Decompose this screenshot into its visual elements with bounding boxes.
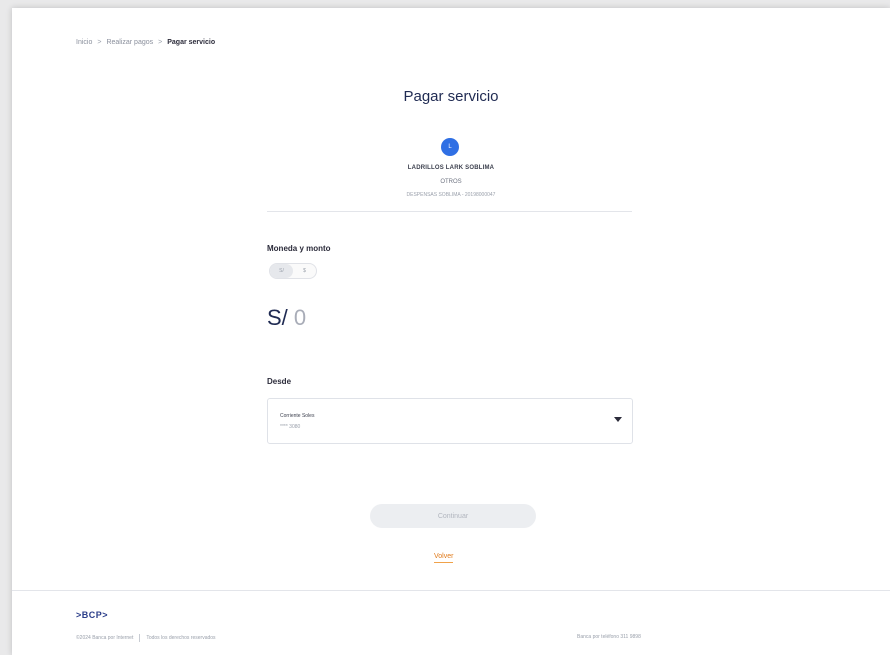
currency-symbol: S/ — [267, 305, 288, 330]
breadcrumb: Inicio > Realizar pagos > Pagar servicio — [76, 39, 215, 46]
rights-text: Todos los derechos reservados — [146, 635, 216, 641]
breadcrumb-item-realizar-pagos[interactable]: Realizar pagos — [106, 39, 153, 46]
service-detail: DESPENSAS SOBLIMA - 20198000047 — [406, 192, 496, 198]
payment-page: Inicio > Realizar pagos > Pagar servicio… — [12, 8, 890, 655]
page-title: Pagar servicio — [403, 88, 499, 105]
breadcrumb-item-inicio[interactable]: Inicio — [76, 39, 92, 46]
company-avatar: L — [441, 138, 459, 156]
divider — [267, 211, 632, 212]
breadcrumb-separator: > — [158, 39, 163, 46]
currency-toggle[interactable]: S/ $ — [269, 263, 317, 279]
account-number: **** 3080 — [280, 424, 301, 430]
bcp-logo: >BCP> — [76, 610, 109, 620]
account-select[interactable]: Corriente Soles **** 3080 — [267, 398, 633, 444]
footer-copyright: ©2024 Banca por Internet Todos los derec… — [76, 634, 216, 642]
breadcrumb-current: Pagar servicio — [167, 39, 216, 46]
back-link[interactable]: Volver — [434, 553, 454, 563]
currency-option-dollars[interactable]: $ — [293, 264, 316, 278]
service-category: OTROS — [440, 179, 462, 185]
copyright-text: ©2024 Banca por Internet — [76, 635, 134, 641]
currency-option-soles[interactable]: S/ — [270, 264, 293, 278]
amount-value: 0 — [293, 305, 307, 330]
amount-input[interactable]: S/ 0 — [267, 305, 306, 331]
amount-section-label: Moneda y monto — [267, 244, 331, 253]
account-name: Corriente Soles — [280, 413, 315, 419]
company-name: LADRILLOS LARK SOBLIMA — [407, 165, 495, 171]
avatar-initial: L — [448, 144, 452, 150]
footer-divider — [12, 590, 890, 591]
footer-phone: Banca por teléfono 311 9898 — [577, 634, 641, 640]
from-section-label: Desde — [267, 377, 292, 386]
footer-separator — [139, 634, 141, 642]
continue-button[interactable]: Continuar — [370, 504, 536, 528]
chevron-down-icon — [614, 417, 622, 422]
breadcrumb-separator: > — [97, 39, 102, 46]
